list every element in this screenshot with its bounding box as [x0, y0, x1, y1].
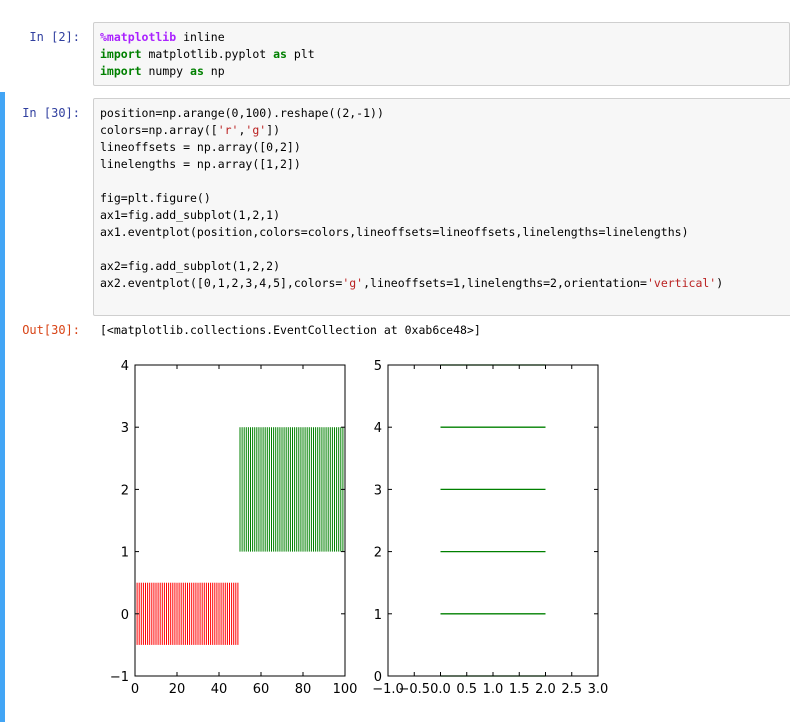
- output-prompt: Out[30]:: [22, 323, 80, 337]
- notebook-cell-2[interactable]: In [30]: position=np.arange(0,100).resha…: [0, 92, 790, 722]
- output-text: [<matplotlib.collections.EventCollection…: [100, 323, 481, 337]
- y-tick-label: 1: [374, 608, 382, 623]
- code-text: position=np.arange(0,100).reshape((2,-1)…: [100, 105, 723, 292]
- code-input[interactable]: %matplotlib inline import matplotlib.pypl…: [93, 22, 790, 86]
- code-line: position=np.arange(0,100).reshape((2,-1)…: [100, 106, 384, 120]
- y-tick-label: 4: [374, 421, 382, 436]
- code-line: %matplotlib inline: [100, 30, 225, 44]
- y-tick-label: 3: [374, 483, 382, 498]
- y-tick-label: 1: [121, 546, 129, 561]
- y-tick-label: 0: [121, 608, 129, 623]
- axes-frame: [387, 364, 599, 677]
- x-tick-label: 40: [211, 682, 228, 697]
- x-tick-label: 100: [333, 682, 358, 697]
- figure-output: 0 20 40 60 80 100−101234 −1.0−0.5 0.0 0.5 1.0 1.5…: [110, 359, 609, 697]
- x-tick-label: 2.5: [561, 682, 582, 697]
- x-tick-label: 1.0: [483, 682, 504, 697]
- y-tick-label: −1: [110, 670, 129, 685]
- code-line: import matplotlib.pyplot as plt: [100, 47, 315, 61]
- input-prompt: In [30]:: [22, 106, 80, 120]
- y-tick-label: 0: [374, 670, 382, 685]
- code-line: fig=plt.figure(): [100, 191, 211, 205]
- code-input[interactable]: position=np.arange(0,100).reshape((2,-1)…: [93, 98, 790, 316]
- x-tick-label: 80: [295, 682, 312, 697]
- code-line: linelengths = np.array([1,2]): [100, 157, 301, 171]
- subplot-2: −1.0−0.5 0.0 0.5 1.0 1.5 2.0 2.5 3.0012345: [372, 359, 608, 697]
- code-line: lineoffsets = np.array([0,2]): [100, 140, 301, 154]
- x-tick-label: −0.5: [398, 682, 430, 697]
- code-line: ax1.eventplot(position,colors=colors,lin…: [100, 225, 689, 239]
- x-tick-label: 0.5: [456, 682, 477, 697]
- y-tick-label: 4: [121, 359, 129, 374]
- code-text: %matplotlib inline import matplotlib.pypl…: [100, 29, 315, 80]
- y-tick-label: 3: [121, 421, 129, 436]
- x-tick-label: 0: [131, 682, 139, 697]
- x-tick-label: 3.0: [588, 682, 609, 697]
- x-tick-label: 0.0: [430, 682, 451, 697]
- y-tick-label: 2: [374, 546, 382, 561]
- code-line: import numpy as np: [100, 64, 225, 78]
- x-tick-label: 60: [253, 682, 270, 697]
- x-tick-label: 2.0: [535, 682, 556, 697]
- notebook-cell-1[interactable]: In [2]: %matplotlib inline import matplot…: [0, 14, 790, 90]
- code-line: ax2=fig.add_subplot(1,2,2): [100, 259, 281, 273]
- input-prompt: In [2]:: [29, 30, 80, 44]
- y-tick-label: 5: [374, 359, 382, 374]
- x-tick-label: 1.5: [509, 682, 530, 697]
- code-line: ax2.eventplot([0,1,2,3,4,5],colors='g',l…: [100, 276, 724, 290]
- x-tick-label: 20: [169, 682, 186, 697]
- code-line: ax1=fig.add_subplot(1,2,1): [100, 208, 281, 222]
- y-tick-label: 2: [121, 483, 129, 498]
- code-line: colors=np.array(['r','g']): [100, 123, 281, 137]
- subplot-1: 0 20 40 60 80 100−101234: [110, 359, 358, 697]
